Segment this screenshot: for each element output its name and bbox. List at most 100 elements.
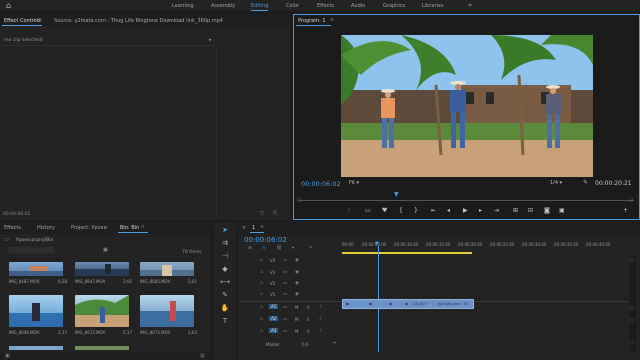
search-input[interactable] <box>8 247 54 253</box>
clip-thumbnail[interactable] <box>140 295 194 327</box>
sync-icon[interactable]: ▭ <box>283 329 287 334</box>
sync-icon[interactable]: ▭ <box>283 258 287 263</box>
clip-thumbnail[interactable] <box>140 262 194 276</box>
mute-button[interactable]: M <box>295 305 298 310</box>
lock-icon[interactable]: ▫ <box>260 258 263 263</box>
sync-icon[interactable]: ▭ <box>283 292 287 297</box>
playhead-icon[interactable]: ▼ <box>375 241 379 247</box>
mute-button[interactable]: M <box>295 329 298 334</box>
extract-icon[interactable]: ⊟ <box>528 207 533 214</box>
microphone-icon[interactable]: ♪ <box>319 329 322 334</box>
master-value[interactable]: 0.0 <box>302 342 308 347</box>
snap-icon[interactable]: ∩ <box>262 246 265 251</box>
sync-icon[interactable]: ▭ <box>283 270 287 275</box>
selection-tool-icon[interactable]: ➤ <box>220 226 230 234</box>
tab-sequence[interactable]: 1 <box>252 225 255 231</box>
go-to-in-icon[interactable]: ⇤ <box>431 207 436 214</box>
marker-icon[interactable]: ♥ <box>382 207 387 214</box>
panel-menu-icon[interactable]: ≡ <box>260 225 264 230</box>
solo-button[interactable]: S <box>307 329 310 334</box>
clip-thumbnail[interactable] <box>9 262 63 276</box>
wrench-icon[interactable]: ✎ <box>583 179 588 186</box>
mute-button[interactable]: M <box>295 317 298 322</box>
camera-icon[interactable]: ◙ <box>544 207 550 214</box>
clip-thumbnail[interactable] <box>9 295 63 327</box>
close-icon[interactable]: × <box>242 225 246 231</box>
linked-select-icon[interactable]: ⛓ <box>276 246 282 251</box>
scrub-end-handle[interactable]: ○ <box>629 197 633 203</box>
hand-icon[interactable]: ✋ <box>220 304 230 312</box>
workspace-learning[interactable]: Learning <box>172 3 194 9</box>
workspace-libraries[interactable]: Libraries <box>422 3 444 9</box>
scroll-handle[interactable]: ○ <box>630 306 634 312</box>
program-timecode[interactable]: 00:00:06:02 <box>301 180 341 188</box>
lock-icon[interactable]: ▫ <box>260 305 263 310</box>
tab-effects[interactable]: Effects <box>4 225 21 231</box>
playhead-icon[interactable]: ▼ <box>394 191 399 198</box>
workspace-audio[interactable]: Audio <box>351 3 365 9</box>
scroll-handle[interactable]: ○ <box>630 318 634 324</box>
scroll-handle[interactable]: ○ <box>630 258 634 264</box>
resolution-dropdown[interactable]: 1/4 ▾ <box>550 180 562 186</box>
sync-icon[interactable]: ▭ <box>283 305 287 310</box>
video-frame[interactable] <box>341 35 593 177</box>
clip-thumbnail[interactable] <box>9 346 63 350</box>
track-area[interactable]: ▪ ▪ ▪ ▪ 12l_007 y2mate.com - Th <box>342 256 628 352</box>
clip-thumbnail[interactable] <box>75 346 129 350</box>
out-point-icon[interactable]: } <box>414 207 418 214</box>
tab-bin[interactable]: Bin: Bin <box>120 225 139 231</box>
go-to-end-icon[interactable]: ⇥ <box>332 341 336 346</box>
play-icon[interactable]: ▶ <box>463 207 468 214</box>
eye-icon[interactable]: ◉ <box>295 281 299 286</box>
workspace-color[interactable]: Color <box>286 3 299 9</box>
panel-menu-icon[interactable]: ≡ <box>330 18 334 23</box>
panel-menu-icon[interactable]: ≡ <box>38 18 42 23</box>
microphone-icon[interactable]: ♪ <box>319 317 322 322</box>
tab-project[interactable]: Project: Уроки <box>71 225 107 231</box>
work-area-bar[interactable] <box>342 252 472 254</box>
solo-button[interactable]: S <box>307 305 310 310</box>
clip-thumbnail[interactable] <box>75 295 129 327</box>
workspace-assembly[interactable]: Assembly <box>211 3 235 9</box>
workspace-graphics[interactable]: Graphics <box>383 3 405 9</box>
tab-effect-controls[interactable]: Effect Controls <box>4 18 41 24</box>
filter-icon[interactable]: ▽ <box>260 210 265 217</box>
add-marker-icon[interactable]: ▾ <box>292 246 294 251</box>
lock-icon[interactable]: ▫ <box>260 329 263 334</box>
scroll-handle[interactable]: ○ <box>630 340 634 346</box>
panel-menu-icon[interactable]: ≡ <box>141 225 145 230</box>
lock-icon[interactable]: ▣ <box>5 353 10 359</box>
step-back-icon[interactable]: ◂ <box>447 207 450 214</box>
wrench-icon[interactable]: ✎ <box>309 246 313 251</box>
track-select-icon[interactable]: ⇉ <box>220 239 230 247</box>
mark-in-icon[interactable]: ⫶ <box>348 207 350 215</box>
clip-icon[interactable]: ▭ <box>365 207 371 214</box>
sync-icon[interactable]: ▭ <box>283 317 287 322</box>
workspace-editing[interactable]: Editing <box>251 3 269 11</box>
lift-icon[interactable]: ⊞ <box>513 207 518 214</box>
go-to-out-icon[interactable]: ⇥ <box>494 207 499 214</box>
lock-icon[interactable]: ▫ <box>260 317 263 322</box>
more-workspaces-icon[interactable]: » <box>468 1 472 9</box>
eye-icon[interactable]: ◉ <box>295 292 299 297</box>
pen-icon[interactable]: ✎ <box>220 291 230 299</box>
trash-icon[interactable]: ▥ <box>200 353 205 359</box>
slip-icon[interactable]: ⟷ <box>220 278 230 286</box>
eye-icon[interactable]: ◉ <box>295 258 299 263</box>
new-bin-icon[interactable]: ▣ <box>103 247 108 253</box>
compare-icon[interactable]: ▣ <box>559 207 565 214</box>
vertical-scrollbar[interactable]: ○ ○ ○ ○ <box>630 256 636 352</box>
time-ruler[interactable]: 00:00 00:00:05:00 00:00:10:00 00:00:15:0… <box>342 236 640 254</box>
razor-icon[interactable]: ◆ <box>220 265 230 273</box>
sync-icon[interactable]: ▭ <box>283 281 287 286</box>
tab-source[interactable]: Source: y2mate.com - Thug Life Ringtone … <box>54 18 223 24</box>
in-point-icon[interactable]: { <box>399 207 403 214</box>
scrub-start-handle[interactable]: ○ <box>297 197 301 203</box>
lock-icon[interactable]: ▫ <box>260 270 263 275</box>
timeline-clip-v1[interactable]: ▪ ▪ ▪ ▪ 12l_007 y2mate.com - Th <box>342 299 474 309</box>
solo-button[interactable]: S <box>307 317 310 322</box>
type-icon[interactable]: T <box>220 317 230 325</box>
ripple-edit-icon[interactable]: ⊣ <box>220 252 230 260</box>
fit-dropdown[interactable]: Fit ▾ <box>349 180 359 186</box>
tab-history[interactable]: History <box>37 225 55 231</box>
